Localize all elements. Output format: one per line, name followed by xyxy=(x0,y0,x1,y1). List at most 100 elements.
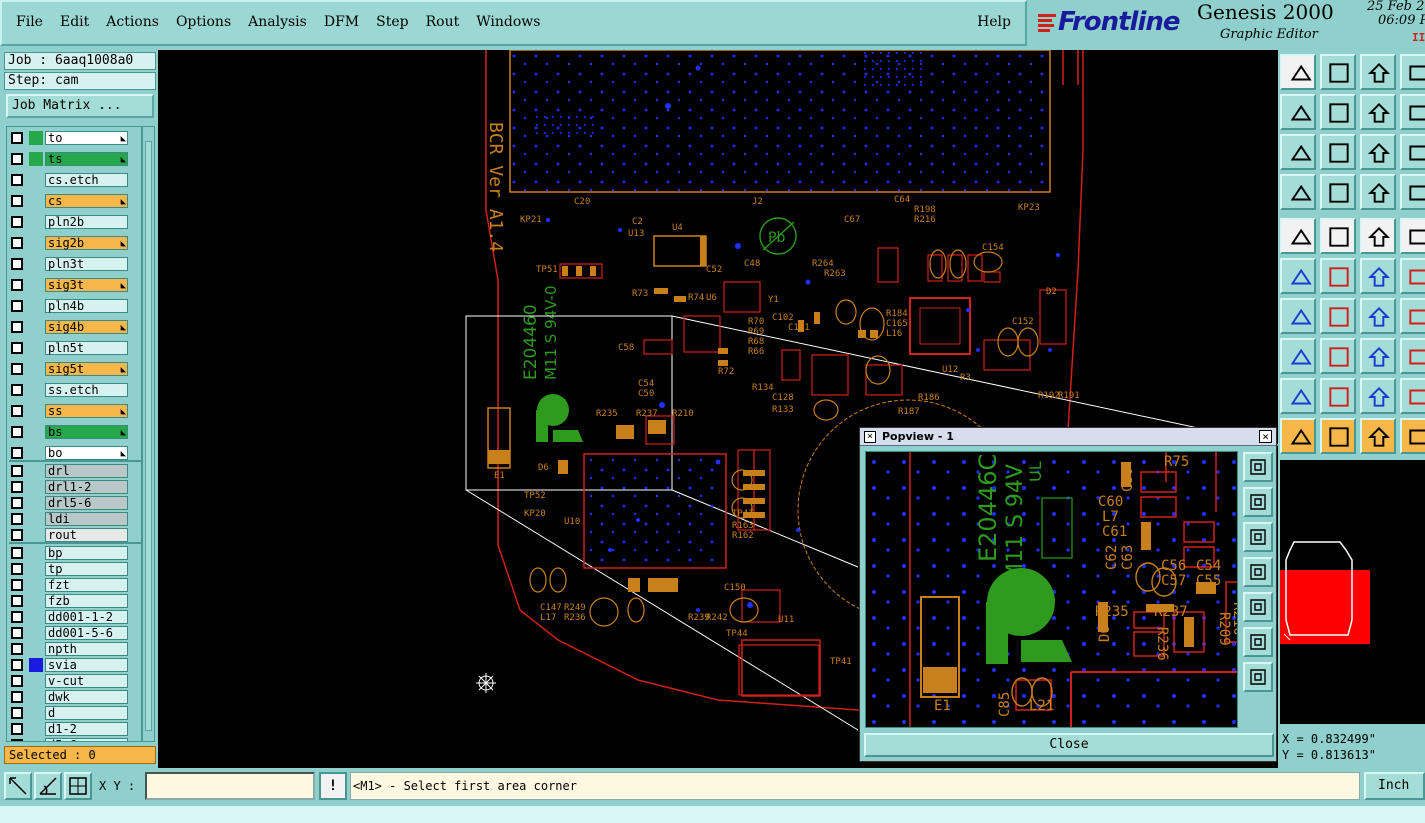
layer-row-sig2b[interactable]: sig2b ◣ xyxy=(9,236,141,250)
layer-row-bo[interactable]: bo ◣ xyxy=(9,446,141,460)
snap-mode-button[interactable] xyxy=(4,772,32,800)
menu-help[interactable]: Help xyxy=(977,14,1011,30)
layer-row-bs[interactable]: bs ◣ xyxy=(9,425,141,439)
layer-color-swatch[interactable] xyxy=(29,610,43,624)
menu-dfm[interactable]: DFM xyxy=(324,14,359,30)
layer-checkbox[interactable] xyxy=(11,363,23,375)
layer-checkbox[interactable] xyxy=(11,547,23,559)
layer-checkbox[interactable] xyxy=(11,723,23,735)
layer-row-sig5t[interactable]: sig5t ◣ xyxy=(9,362,141,376)
layer-row-pln3t[interactable]: pln3t xyxy=(9,257,141,271)
layer-checkbox[interactable] xyxy=(11,153,23,165)
layer-checkbox[interactable] xyxy=(11,174,23,186)
menu-actions[interactable]: Actions xyxy=(106,14,159,30)
layer-checkbox[interactable] xyxy=(11,659,23,671)
units-button[interactable]: Inch xyxy=(1364,772,1425,800)
layer-color-swatch[interactable] xyxy=(29,173,43,187)
layer-checkbox[interactable] xyxy=(11,447,23,459)
layer-row-to[interactable]: to ◣ xyxy=(9,131,141,145)
layer-color-swatch[interactable] xyxy=(29,690,43,704)
layer-color-swatch[interactable] xyxy=(29,320,43,334)
pan-right-button[interactable] xyxy=(1320,94,1356,130)
query-button[interactable] xyxy=(1400,134,1425,170)
route-button[interactable] xyxy=(1320,218,1356,254)
layer-color-swatch[interactable] xyxy=(29,362,43,376)
pad-button[interactable] xyxy=(1280,218,1316,254)
layer-name[interactable]: bp xyxy=(45,546,128,560)
layer-row-fzt[interactable]: fzt xyxy=(9,578,141,592)
menu-file[interactable]: File xyxy=(16,14,43,30)
layer-color-swatch[interactable] xyxy=(29,562,43,576)
layer-name[interactable]: cs ◣ xyxy=(45,194,128,208)
layer-color-swatch[interactable] xyxy=(29,738,43,741)
scrollbar-thumb[interactable] xyxy=(145,141,152,731)
layer-color-swatch[interactable] xyxy=(29,528,43,542)
close-icon[interactable]: × xyxy=(1259,430,1272,443)
layer-checkbox[interactable] xyxy=(11,675,23,687)
triangle-alt-button[interactable] xyxy=(1320,378,1356,414)
node-edit-button[interactable] xyxy=(1280,338,1316,374)
arch-button[interactable] xyxy=(1360,378,1396,414)
layer-name[interactable]: ss.etch xyxy=(45,383,128,397)
layer-name[interactable]: fzt xyxy=(45,578,128,592)
popview-page-down-button[interactable] xyxy=(1243,522,1273,552)
layer-row-d1-2[interactable]: d1-2 xyxy=(9,722,141,736)
layer-checkbox[interactable] xyxy=(11,707,23,719)
layer-color-swatch[interactable] xyxy=(29,706,43,720)
layer-row-drl[interactable]: drl xyxy=(9,464,141,478)
cross-button[interactable] xyxy=(1320,258,1356,294)
layer-color-swatch[interactable] xyxy=(29,446,43,460)
popview-zoom-extents-button[interactable] xyxy=(1243,627,1273,657)
layers-alt-button[interactable] xyxy=(1400,174,1425,210)
select-box-button[interactable] xyxy=(1320,418,1356,454)
zoom-extents-button[interactable] xyxy=(1280,134,1316,170)
layer-color-swatch[interactable] xyxy=(29,674,43,688)
ruler-button[interactable] xyxy=(1360,218,1396,254)
layer-name[interactable]: v-cut xyxy=(45,674,128,688)
layer-row-sig4b[interactable]: sig4b ◣ xyxy=(9,320,141,334)
stretch-button[interactable] xyxy=(1360,338,1396,374)
layer-name[interactable]: tp xyxy=(45,562,128,576)
arch-alt-button[interactable] xyxy=(1400,378,1425,414)
layer-row-bp[interactable]: bp xyxy=(9,546,141,560)
select-net-button[interactable] xyxy=(1400,418,1425,454)
layer-color-swatch[interactable] xyxy=(29,546,43,560)
arc-button[interactable] xyxy=(1360,298,1396,334)
layer-row-dd001-5-6[interactable]: dd001-5-6 xyxy=(9,626,141,640)
layer-checkbox[interactable] xyxy=(11,529,23,541)
layer-checkbox[interactable] xyxy=(11,132,23,144)
layer-name[interactable]: d1-2 xyxy=(45,722,128,736)
snap-settings-button[interactable] xyxy=(1280,174,1316,210)
layer-name[interactable]: ts ◣ xyxy=(45,152,128,166)
layer-name[interactable]: to ◣ xyxy=(45,131,128,145)
layer-checkbox[interactable] xyxy=(11,384,23,396)
window-button[interactable] xyxy=(1400,54,1425,90)
layer-checkbox[interactable] xyxy=(11,237,23,249)
layer-color-swatch[interactable] xyxy=(29,341,43,355)
layer-checkbox[interactable] xyxy=(11,579,23,591)
layer-row-svia[interactable]: svia xyxy=(9,658,141,672)
grid-mode-button[interactable] xyxy=(64,772,92,800)
layer-name[interactable]: bo ◣ xyxy=(45,446,128,460)
layer-name[interactable]: bs ◣ xyxy=(45,425,128,439)
exclamation-button[interactable]: ! xyxy=(319,772,347,800)
layer-row-pln5t[interactable]: pln5t xyxy=(9,341,141,355)
layer-name[interactable]: drl xyxy=(45,464,128,478)
pause-icon[interactable]: II xyxy=(1412,31,1425,44)
popview-page-up-button[interactable] xyxy=(1243,487,1273,517)
layer-name[interactable]: rout xyxy=(45,528,128,542)
select-arrow-button[interactable] xyxy=(1280,418,1316,454)
layer-row-tp[interactable]: tp xyxy=(9,562,141,576)
layer-color-swatch[interactable] xyxy=(29,578,43,592)
layer-checkbox[interactable] xyxy=(11,691,23,703)
layer-checkbox[interactable] xyxy=(11,497,23,509)
connect-button[interactable] xyxy=(1280,258,1316,294)
layer-checkbox[interactable] xyxy=(11,405,23,417)
layer-color-swatch[interactable] xyxy=(29,512,43,526)
menu-windows[interactable]: Windows xyxy=(476,14,540,30)
layer-checkbox[interactable] xyxy=(11,300,23,312)
popview-pan-left-button[interactable] xyxy=(1243,557,1273,587)
layer-name[interactable]: dd001-5-6 xyxy=(45,626,128,640)
layer-color-swatch[interactable] xyxy=(29,236,43,250)
layer-name[interactable]: dd001-1-2 xyxy=(45,610,128,624)
